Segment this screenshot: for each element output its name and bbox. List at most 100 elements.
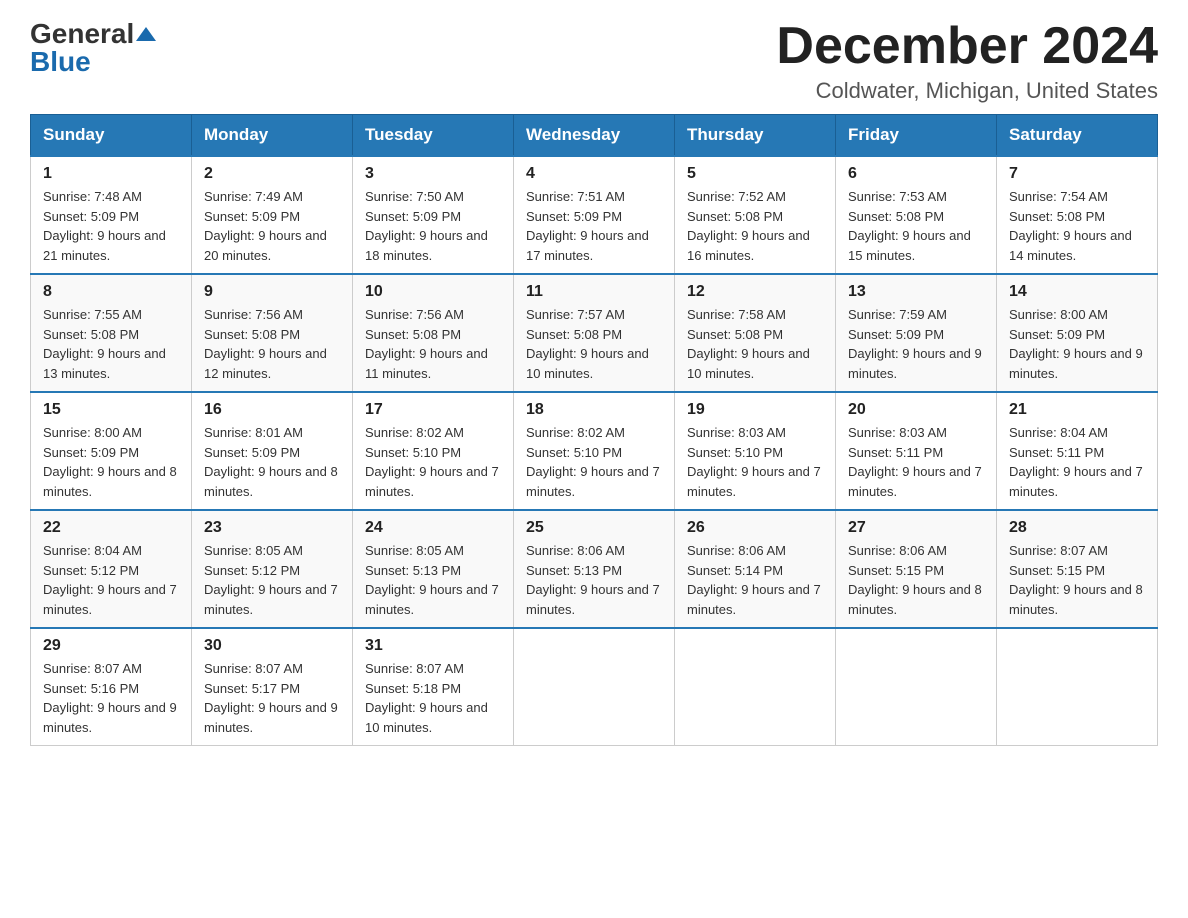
day-info: Sunrise: 8:07 AMSunset: 5:16 PMDaylight:… (43, 661, 177, 735)
calendar-header-friday: Friday (836, 115, 997, 157)
calendar-cell: 19 Sunrise: 8:03 AMSunset: 5:10 PMDaylig… (675, 392, 836, 510)
day-number: 24 (365, 519, 501, 537)
calendar-cell: 25 Sunrise: 8:06 AMSunset: 5:13 PMDaylig… (514, 510, 675, 628)
calendar-header-row: SundayMondayTuesdayWednesdayThursdayFrid… (31, 115, 1158, 157)
day-info: Sunrise: 8:07 AMSunset: 5:18 PMDaylight:… (365, 661, 488, 735)
calendar-header-tuesday: Tuesday (353, 115, 514, 157)
day-number: 30 (204, 637, 340, 655)
day-info: Sunrise: 8:05 AMSunset: 5:12 PMDaylight:… (204, 543, 338, 617)
day-info: Sunrise: 8:01 AMSunset: 5:09 PMDaylight:… (204, 425, 338, 499)
calendar-cell: 8 Sunrise: 7:55 AMSunset: 5:08 PMDayligh… (31, 274, 192, 392)
day-number: 2 (204, 165, 340, 183)
day-number: 26 (687, 519, 823, 537)
day-info: Sunrise: 7:56 AMSunset: 5:08 PMDaylight:… (365, 307, 488, 381)
calendar-week-row-5: 29 Sunrise: 8:07 AMSunset: 5:16 PMDaylig… (31, 628, 1158, 746)
calendar-cell: 31 Sunrise: 8:07 AMSunset: 5:18 PMDaylig… (353, 628, 514, 746)
day-info: Sunrise: 7:55 AMSunset: 5:08 PMDaylight:… (43, 307, 166, 381)
logo: General Blue (30, 20, 156, 76)
day-info: Sunrise: 7:54 AMSunset: 5:08 PMDaylight:… (1009, 189, 1132, 263)
location-text: Coldwater, Michigan, United States (776, 78, 1158, 104)
day-number: 23 (204, 519, 340, 537)
calendar-cell (836, 628, 997, 746)
day-info: Sunrise: 8:05 AMSunset: 5:13 PMDaylight:… (365, 543, 499, 617)
day-number: 9 (204, 283, 340, 301)
calendar-cell: 30 Sunrise: 8:07 AMSunset: 5:17 PMDaylig… (192, 628, 353, 746)
day-info: Sunrise: 8:06 AMSunset: 5:15 PMDaylight:… (848, 543, 982, 617)
calendar-header-monday: Monday (192, 115, 353, 157)
day-info: Sunrise: 7:49 AMSunset: 5:09 PMDaylight:… (204, 189, 327, 263)
day-number: 20 (848, 401, 984, 419)
calendar-cell: 4 Sunrise: 7:51 AMSunset: 5:09 PMDayligh… (514, 156, 675, 274)
calendar-header-wednesday: Wednesday (514, 115, 675, 157)
day-number: 11 (526, 283, 662, 301)
day-number: 27 (848, 519, 984, 537)
calendar-cell (997, 628, 1158, 746)
calendar-cell: 3 Sunrise: 7:50 AMSunset: 5:09 PMDayligh… (353, 156, 514, 274)
calendar-week-row-2: 8 Sunrise: 7:55 AMSunset: 5:08 PMDayligh… (31, 274, 1158, 392)
logo-blue-text: Blue (30, 48, 91, 76)
calendar-cell: 14 Sunrise: 8:00 AMSunset: 5:09 PMDaylig… (997, 274, 1158, 392)
calendar-cell: 10 Sunrise: 7:56 AMSunset: 5:08 PMDaylig… (353, 274, 514, 392)
calendar-cell: 29 Sunrise: 8:07 AMSunset: 5:16 PMDaylig… (31, 628, 192, 746)
day-number: 5 (687, 165, 823, 183)
day-number: 4 (526, 165, 662, 183)
calendar-cell: 12 Sunrise: 7:58 AMSunset: 5:08 PMDaylig… (675, 274, 836, 392)
logo-triangle-icon (136, 27, 156, 41)
day-info: Sunrise: 7:51 AMSunset: 5:09 PMDaylight:… (526, 189, 649, 263)
day-info: Sunrise: 8:03 AMSunset: 5:10 PMDaylight:… (687, 425, 821, 499)
calendar-cell: 20 Sunrise: 8:03 AMSunset: 5:11 PMDaylig… (836, 392, 997, 510)
day-number: 17 (365, 401, 501, 419)
day-info: Sunrise: 8:00 AMSunset: 5:09 PMDaylight:… (1009, 307, 1143, 381)
day-number: 8 (43, 283, 179, 301)
calendar-header-thursday: Thursday (675, 115, 836, 157)
calendar-cell: 18 Sunrise: 8:02 AMSunset: 5:10 PMDaylig… (514, 392, 675, 510)
day-info: Sunrise: 8:03 AMSunset: 5:11 PMDaylight:… (848, 425, 982, 499)
page-header: General Blue December 2024 Coldwater, Mi… (30, 20, 1158, 104)
calendar-cell: 1 Sunrise: 7:48 AMSunset: 5:09 PMDayligh… (31, 156, 192, 274)
day-info: Sunrise: 7:57 AMSunset: 5:08 PMDaylight:… (526, 307, 649, 381)
day-info: Sunrise: 7:58 AMSunset: 5:08 PMDaylight:… (687, 307, 810, 381)
day-number: 18 (526, 401, 662, 419)
day-number: 10 (365, 283, 501, 301)
calendar-cell: 2 Sunrise: 7:49 AMSunset: 5:09 PMDayligh… (192, 156, 353, 274)
day-info: Sunrise: 8:02 AMSunset: 5:10 PMDaylight:… (365, 425, 499, 499)
title-section: December 2024 Coldwater, Michigan, Unite… (776, 20, 1158, 104)
calendar-cell: 26 Sunrise: 8:06 AMSunset: 5:14 PMDaylig… (675, 510, 836, 628)
calendar-cell: 5 Sunrise: 7:52 AMSunset: 5:08 PMDayligh… (675, 156, 836, 274)
calendar-week-row-3: 15 Sunrise: 8:00 AMSunset: 5:09 PMDaylig… (31, 392, 1158, 510)
day-number: 29 (43, 637, 179, 655)
day-info: Sunrise: 7:59 AMSunset: 5:09 PMDaylight:… (848, 307, 982, 381)
calendar-cell (675, 628, 836, 746)
calendar-cell: 23 Sunrise: 8:05 AMSunset: 5:12 PMDaylig… (192, 510, 353, 628)
calendar-week-row-4: 22 Sunrise: 8:04 AMSunset: 5:12 PMDaylig… (31, 510, 1158, 628)
calendar-cell: 28 Sunrise: 8:07 AMSunset: 5:15 PMDaylig… (997, 510, 1158, 628)
day-number: 14 (1009, 283, 1145, 301)
day-number: 12 (687, 283, 823, 301)
calendar-cell: 27 Sunrise: 8:06 AMSunset: 5:15 PMDaylig… (836, 510, 997, 628)
day-info: Sunrise: 8:04 AMSunset: 5:12 PMDaylight:… (43, 543, 177, 617)
day-info: Sunrise: 8:06 AMSunset: 5:14 PMDaylight:… (687, 543, 821, 617)
logo-general-text: General (30, 20, 134, 48)
calendar-cell: 7 Sunrise: 7:54 AMSunset: 5:08 PMDayligh… (997, 156, 1158, 274)
day-info: Sunrise: 8:02 AMSunset: 5:10 PMDaylight:… (526, 425, 660, 499)
calendar-cell: 16 Sunrise: 8:01 AMSunset: 5:09 PMDaylig… (192, 392, 353, 510)
calendar-cell: 13 Sunrise: 7:59 AMSunset: 5:09 PMDaylig… (836, 274, 997, 392)
day-info: Sunrise: 7:50 AMSunset: 5:09 PMDaylight:… (365, 189, 488, 263)
day-number: 16 (204, 401, 340, 419)
calendar-cell: 24 Sunrise: 8:05 AMSunset: 5:13 PMDaylig… (353, 510, 514, 628)
day-info: Sunrise: 7:56 AMSunset: 5:08 PMDaylight:… (204, 307, 327, 381)
calendar-cell: 22 Sunrise: 8:04 AMSunset: 5:12 PMDaylig… (31, 510, 192, 628)
calendar-cell (514, 628, 675, 746)
day-number: 28 (1009, 519, 1145, 537)
calendar-cell: 6 Sunrise: 7:53 AMSunset: 5:08 PMDayligh… (836, 156, 997, 274)
day-number: 7 (1009, 165, 1145, 183)
calendar-table: SundayMondayTuesdayWednesdayThursdayFrid… (30, 114, 1158, 746)
day-info: Sunrise: 8:07 AMSunset: 5:17 PMDaylight:… (204, 661, 338, 735)
day-number: 22 (43, 519, 179, 537)
day-number: 21 (1009, 401, 1145, 419)
month-title: December 2024 (776, 20, 1158, 72)
calendar-week-row-1: 1 Sunrise: 7:48 AMSunset: 5:09 PMDayligh… (31, 156, 1158, 274)
day-info: Sunrise: 8:07 AMSunset: 5:15 PMDaylight:… (1009, 543, 1143, 617)
day-info: Sunrise: 8:00 AMSunset: 5:09 PMDaylight:… (43, 425, 177, 499)
calendar-cell: 9 Sunrise: 7:56 AMSunset: 5:08 PMDayligh… (192, 274, 353, 392)
